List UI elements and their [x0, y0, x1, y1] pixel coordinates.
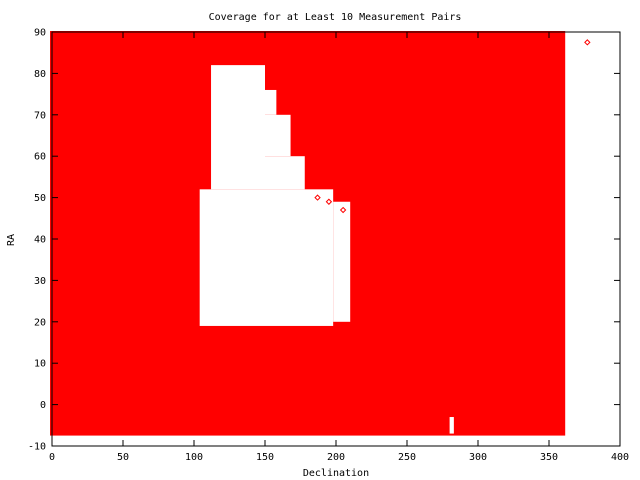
uncovered-region [265, 156, 305, 190]
y-tick-label: -10 [28, 442, 46, 453]
x-tick-label: 250 [398, 452, 416, 463]
x-tick-label: 400 [611, 452, 629, 463]
x-tick-label: 100 [185, 452, 203, 463]
x-tick-label: 300 [469, 452, 487, 463]
y-tick-label: 10 [34, 359, 46, 370]
y-tick-label: 20 [34, 317, 46, 328]
uncovered-region [199, 189, 334, 326]
y-tick-label: 30 [34, 276, 46, 287]
scatter-chart: Coverage for at Least 10 Measurement Pai… [0, 0, 640, 480]
x-tick-label: 350 [540, 452, 558, 463]
x-tick-label: 0 [49, 452, 55, 463]
y-tick-label: 60 [34, 152, 46, 163]
y-tick-label: 70 [34, 110, 46, 121]
y-axis-label: RA [6, 234, 17, 246]
y-tick-label: 40 [34, 235, 46, 246]
uncovered-region [265, 114, 291, 157]
coverage-layer [50, 31, 566, 436]
x-tick-label: 50 [117, 452, 129, 463]
uncovered-region [265, 89, 277, 115]
x-tick-label: 150 [256, 452, 274, 463]
chart-title: Coverage for at Least 10 Measurement Pai… [209, 12, 462, 23]
uncovered-region [333, 201, 351, 322]
y-tick-label: 80 [34, 69, 46, 80]
y-tick-label: 0 [40, 400, 46, 411]
x-tick-label: 200 [327, 452, 345, 463]
y-tick-label: 50 [34, 193, 46, 204]
y-tick-label: 90 [34, 28, 46, 39]
uncovered-region [211, 65, 265, 190]
x-axis-label: Declination [303, 468, 369, 479]
uncovered-region [449, 417, 454, 434]
